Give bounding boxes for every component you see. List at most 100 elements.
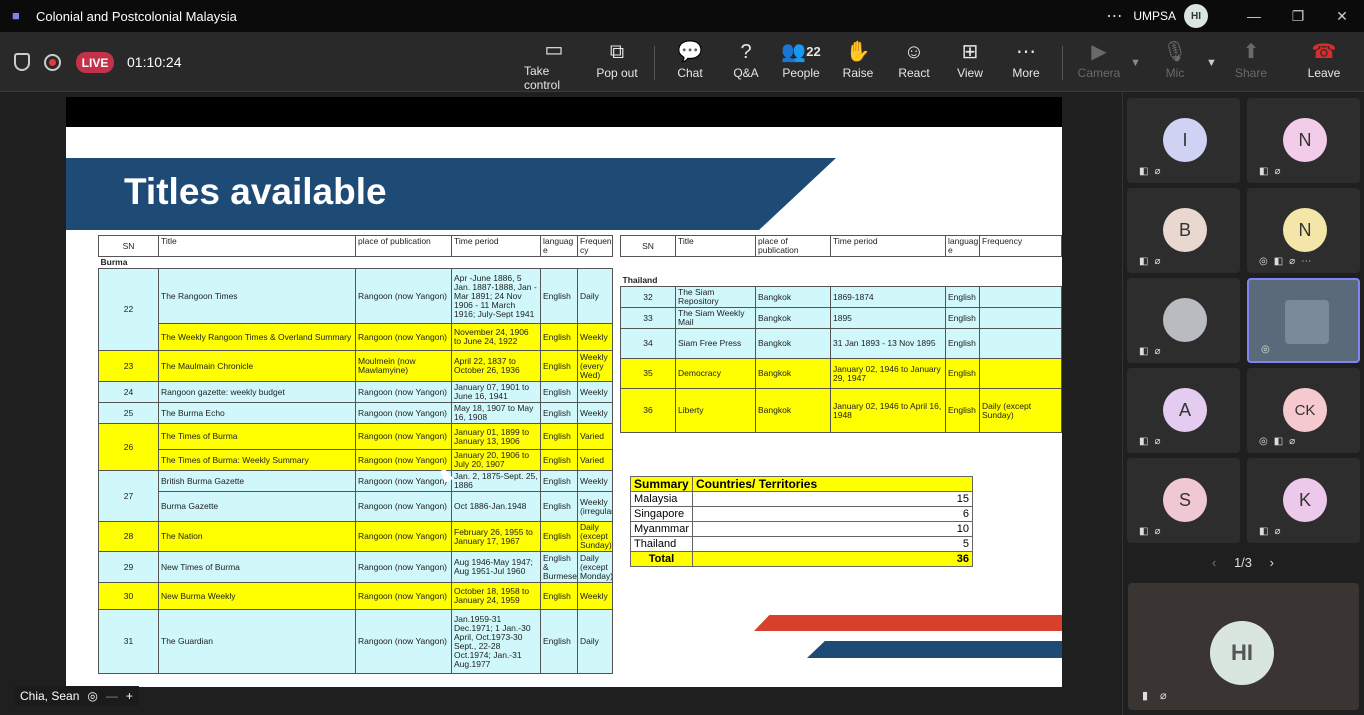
participant-tile[interactable]: S ◧⌀: [1127, 458, 1240, 543]
muted-status-icons: ◧⌀: [1139, 526, 1167, 537]
table-row: 29 New Times of Burma Rangoon (now Yangon…: [98, 551, 613, 583]
participant-tile[interactable]: N ◎◧⌀⋯: [1247, 188, 1360, 273]
raise-hand-button[interactable]: ✋ Raise: [836, 32, 880, 92]
pop-out-button[interactable]: ⧉ Pop out: [592, 32, 642, 92]
shield-icon[interactable]: [14, 53, 30, 71]
participant-tile[interactable]: N ◧⌀: [1247, 98, 1360, 183]
window-title: Colonial and Postcolonial Malaysia: [36, 8, 237, 24]
self-view-tile[interactable]: HI ▮⌀: [1128, 583, 1359, 710]
slide-top-bar: [66, 97, 1062, 127]
zoom-out-button[interactable]: —: [106, 689, 118, 703]
participant-tile[interactable]: A ◧⌀: [1127, 368, 1240, 453]
org-name: UMPSA: [1133, 9, 1176, 23]
smiley-icon: ☺: [903, 41, 925, 63]
participant-avatar: B: [1163, 208, 1207, 252]
zoom-in-button[interactable]: +: [126, 689, 133, 703]
table-row: Myanmmar 10: [629, 521, 973, 537]
participant-avatar: A: [1163, 388, 1207, 432]
question-icon: ?: [740, 41, 752, 63]
take-control-icon: ▭: [544, 39, 564, 61]
table-row: 36 Liberty Bangkok January 02, 1946 to Apr…: [620, 388, 1062, 433]
table-row: 22 The Rangoon Times Rangoon (now Yangon)…: [98, 268, 613, 351]
minimize-button[interactable]: —: [1232, 0, 1276, 32]
participant-avatar: N: [1283, 118, 1327, 162]
live-badge: LIVE: [76, 52, 114, 73]
share-icon: ⬆: [1242, 41, 1260, 63]
meeting-toolbar: LIVE 01:10:24 ▭ Take control ⧉ Pop out 💬…: [0, 32, 1364, 92]
participant-video-tile[interactable]: ◎: [1247, 278, 1360, 363]
table-row: 24 Rangoon gazette: weekly budget Rangoon…: [98, 381, 613, 403]
table-row: 32 The Siam Repository Bangkok 1869-1874 E…: [620, 286, 1062, 308]
participant-tile[interactable]: CK ◎◧⌀: [1247, 368, 1360, 453]
account-avatar[interactable]: HI: [1184, 4, 1208, 28]
pop-out-icon: ⧉: [609, 41, 625, 63]
table-row: 35 Democracy Bangkok January 02, 1946 to J…: [620, 358, 1062, 389]
recording-icon[interactable]: [44, 54, 61, 71]
share-button[interactable]: ⬆ Share: [1230, 32, 1272, 92]
more-button[interactable]: ⋯ More: [1004, 32, 1048, 92]
participant-tile[interactable]: B ◧⌀: [1127, 188, 1240, 273]
participant-tile[interactable]: K ◧⌀: [1247, 458, 1360, 543]
meeting-timer: 01:10:24: [127, 54, 182, 70]
muted-status-icons: ◎◧⌀: [1259, 436, 1302, 447]
table-row: 28 The Nation Rangoon (now Yangon) Februa…: [98, 521, 613, 552]
table-row: 25 The Burma Echo Rangoon (now Yangon) Ma…: [98, 402, 613, 424]
table-header-row: SN Title place of publication Time perio…: [620, 235, 1062, 257]
teams-icon: ■: [12, 8, 20, 23]
camera-button[interactable]: ▶ Camera: [1076, 32, 1122, 92]
table-row: 30 New Burma Weekly Rangoon (now Yangon) …: [98, 582, 613, 610]
participant-tile[interactable]: I ◧⌀: [1127, 98, 1240, 183]
camera-off-icon: ▶: [1091, 41, 1107, 63]
participant-avatar: N: [1283, 208, 1327, 252]
more-icon: ⋯: [1016, 41, 1036, 63]
muted-status-icons: ◧⌀: [1139, 436, 1167, 447]
chevron-down-icon[interactable]: ▼: [1130, 57, 1141, 69]
table-row: 23 The Maulmain Chronicle Moulmein (now M…: [98, 350, 613, 382]
self-avatar: HI: [1210, 621, 1274, 685]
presenting-icon: ◎: [87, 689, 98, 703]
people-button[interactable]: 👥 22 People: [778, 32, 824, 92]
mic-off-icon: 🎙: [1162, 41, 1188, 63]
participant-avatar: CK: [1283, 388, 1327, 432]
chat-button[interactable]: 💬 Chat: [668, 32, 712, 92]
participant-photo: [1163, 298, 1207, 342]
chevron-right-icon[interactable]: ›: [1270, 555, 1274, 570]
muted-status-icons: ◧⌀: [1139, 166, 1167, 177]
chevron-left-icon[interactable]: ‹: [1212, 555, 1216, 570]
muted-status-icons: ◧⌀: [1259, 526, 1287, 537]
participant-tile[interactable]: ◧⌀: [1127, 278, 1240, 363]
mic-button[interactable]: 🎙 Mic: [1154, 32, 1196, 92]
section-label: Thailand: [620, 256, 1062, 287]
table-row: Thailand 5: [629, 536, 973, 552]
section-label: Burma: [98, 256, 613, 269]
chat-icon: 💬: [677, 41, 703, 63]
toolbar-divider: [1062, 46, 1063, 80]
table-row: Burma Gazette Rangoon (now Yangon) Oct 18…: [98, 491, 613, 522]
slide-title: Titles available: [124, 171, 387, 212]
leave-button[interactable]: ☎ Leave: [1302, 32, 1346, 92]
self-status-icons: ▮⌀: [1142, 690, 1179, 702]
toolbar-divider: [654, 46, 655, 80]
table-row: 34 Siam Free Press Bangkok 31 Jan 1893 - 1…: [620, 328, 1062, 359]
more-options-icon[interactable]: ⋯: [1099, 6, 1129, 26]
presenter-name: Chia, Sean: [20, 689, 80, 703]
people-count: 22: [806, 44, 821, 59]
muted-status-icons: ◧⌀: [1139, 256, 1167, 267]
table-row: Singapore 6: [629, 506, 973, 522]
table-row: 33 The Siam Weekly Mail Bangkok 1895 Engli…: [620, 307, 1062, 329]
hang-up-icon: ☎: [1311, 41, 1337, 63]
view-button[interactable]: ⊞ View: [948, 32, 992, 92]
grid-icon: ⊞: [961, 41, 979, 63]
table-row: The Weekly Rangoon Times & Overland Summ…: [98, 323, 613, 351]
total-row: Total 36: [629, 551, 973, 567]
decorative-red-stripe: [754, 615, 1062, 631]
close-button[interactable]: ✕: [1320, 0, 1364, 32]
qa-button[interactable]: ? Q&A: [724, 32, 768, 92]
react-button[interactable]: ☺ React: [892, 32, 936, 92]
chevron-down-icon[interactable]: ▼: [1206, 57, 1217, 69]
participant-avatar: K: [1283, 478, 1327, 522]
take-control-button[interactable]: ▭ Take control: [524, 32, 584, 92]
restore-button[interactable]: ❐: [1276, 0, 1320, 32]
hand-icon: ◎: [1261, 344, 1276, 355]
table-row: The Times of Burma: Weekly Summary Rangoo…: [98, 449, 613, 471]
